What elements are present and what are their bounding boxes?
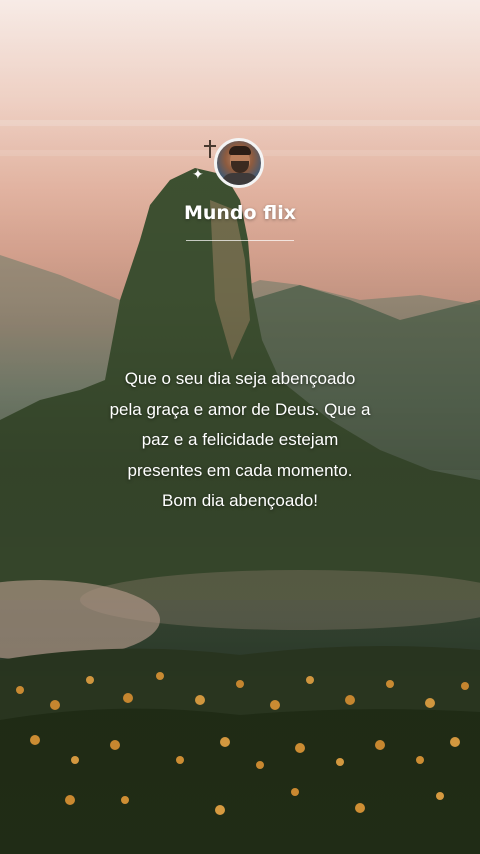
avatar-beard <box>231 161 249 173</box>
channel-name[interactable]: Mundo flix <box>0 202 480 224</box>
greeting-message: Que o seu dia seja abençoado pela graça … <box>80 364 400 517</box>
message-line: pela graça e amor de Deus. Que a <box>109 399 371 419</box>
message-line: presentes em cada momento. <box>127 460 353 480</box>
avatar[interactable] <box>214 138 264 188</box>
avatar-hair <box>229 146 251 155</box>
message-line: paz e a felicidade estejam <box>141 430 339 449</box>
message-line: Bom dia abençoado! <box>162 491 318 510</box>
name-divider <box>186 240 294 241</box>
message-line: Que o seu dia seja abençoado <box>124 369 356 388</box>
sparkle-icon: ✦ <box>192 167 204 183</box>
